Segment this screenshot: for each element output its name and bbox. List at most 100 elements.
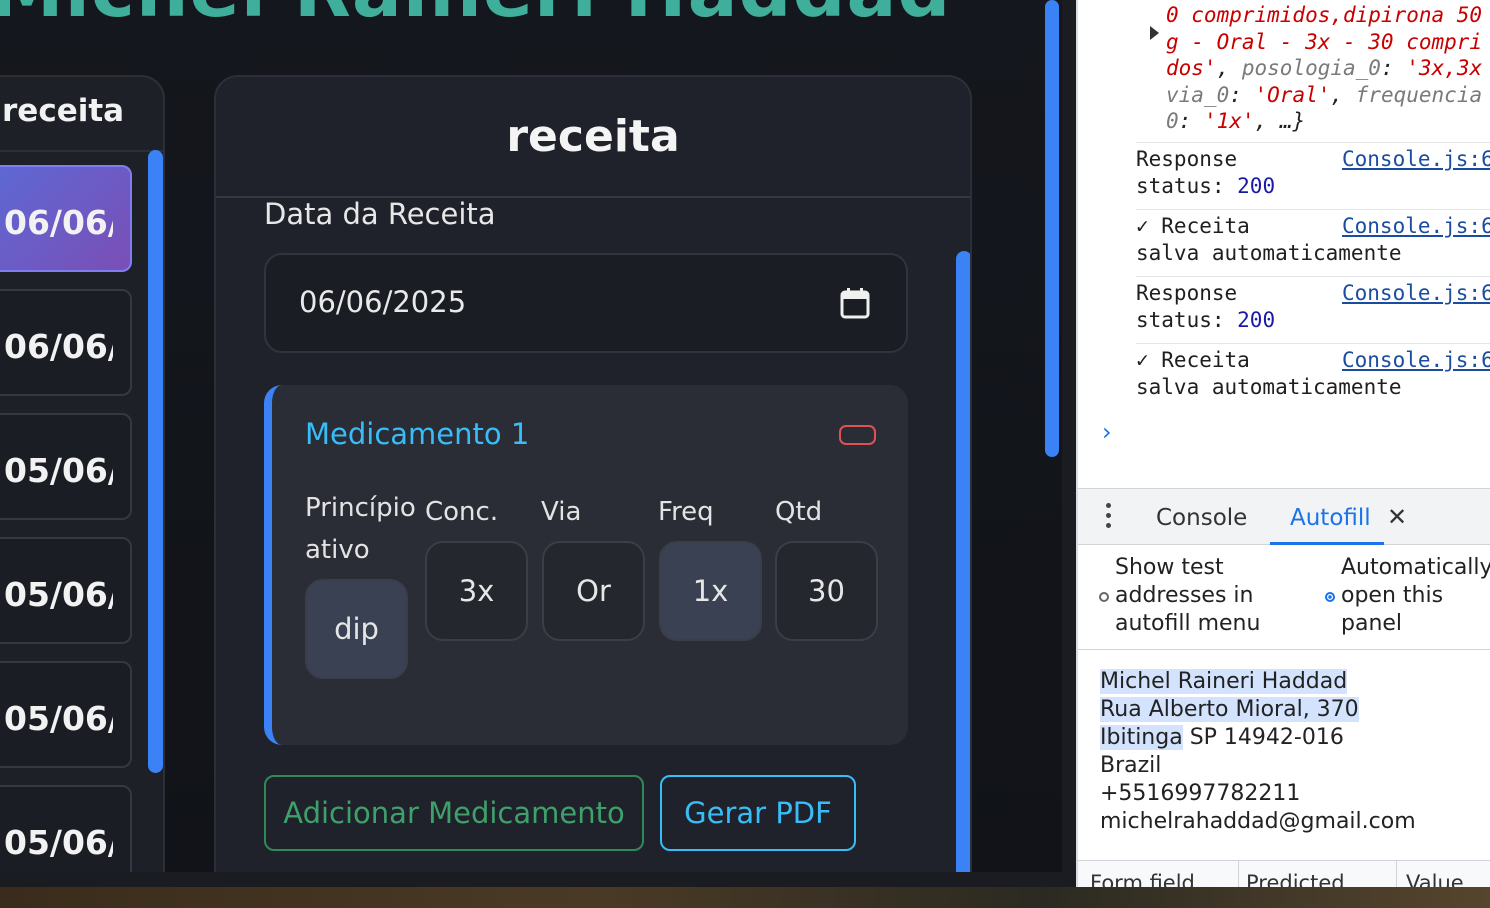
log-text: Response [1136,147,1238,171]
preview-punct: : [1380,56,1407,80]
history-item[interactable]: 06/06/2025 [0,289,132,396]
history-item-date: 06/06/2025 [4,203,113,242]
preview-key: via_0 [1166,82,1230,107]
preview-value: 'Oral' [1254,82,1331,107]
history-item-date: 05/06/2025 [4,451,113,490]
address-street: Rua Alberto Mioral, 370 [1100,697,1359,722]
desktop-wallpaper [0,887,1490,908]
concentration-input[interactable]: 3x [425,541,528,641]
column-divider [1238,861,1239,887]
route-input[interactable]: Or [542,541,645,641]
history-item-date: 05/06/2025 [4,823,113,862]
option-label: panel [1341,611,1403,636]
concentration-label: Conc. [425,497,499,527]
log-source-link[interactable]: Console.js:6 [1342,347,1490,374]
preview-line: g - Oral - 3x - 30 compri [1166,29,1483,54]
show-test-addresses-option[interactable]: Show test addresses in autofill menu [1099,554,1315,638]
devtools-panel: 0 comprimidos,dipirona 50 g - Oral - 3x … [1076,0,1490,887]
recipe-panel: receita Data da Receita 06/06/2025 Medic… [214,75,972,872]
preview-value: '3x,3x [1406,56,1483,80]
preview-key: posologia_0 [1241,56,1381,80]
preview-key: frequencia [1355,82,1483,107]
quantity-label: Qtd [775,497,823,527]
history-panel: receita 06/06/2025 06/06/2025 05/06/2025… [0,75,165,872]
recipe-title: receita [506,111,680,162]
history-item[interactable]: 05/06/2025 [0,785,132,872]
frequency-label: Freq [658,497,714,527]
console-log-row: ✓ Receita salva automaticamente Console.… [1136,209,1490,276]
object-preview[interactable]: 0 comprimidos,dipirona 50 g - Oral - 3x … [1166,2,1490,135]
close-icon[interactable]: ✕ [1387,503,1407,531]
log-source-link[interactable]: Console.js:6 [1342,213,1490,240]
auto-open-panel-option[interactable]: Automatically open this panel [1325,554,1490,638]
console-prompt-icon[interactable]: › [1102,418,1112,446]
log-text: Response [1136,281,1238,305]
autofill-options: Show test addresses in autofill menu Aut… [1078,546,1490,650]
tab-console[interactable]: Console [1156,505,1247,531]
history-item[interactable]: 06/06/2025 [0,165,132,272]
route-label: Via [541,497,582,527]
log-text: status: [1136,307,1238,332]
address-country: Brazil [1100,753,1162,778]
tab-autofill-label: Autofill [1290,505,1371,531]
option-label: Show test [1115,555,1224,580]
generate-pdf-button[interactable]: Gerar PDF [660,775,856,851]
column-divider [1396,861,1397,887]
calendar-icon[interactable] [840,287,870,319]
console-log-row: ✓ Receita salva automaticamente Console.… [1136,343,1490,410]
add-medication-button[interactable]: Adicionar Medicamento [264,775,644,851]
date-value: 06/06/2025 [299,285,467,319]
history-item-date: 06/06/2025 [4,327,113,366]
page-scrollbar[interactable] [1045,0,1059,457]
divider [0,150,163,152]
preview-punct: : [1229,82,1255,107]
history-item[interactable]: 05/06/2025 [0,413,132,520]
log-source-link[interactable]: Console.js:6 [1342,280,1490,307]
date-label: Data da Receita [264,197,496,231]
history-item[interactable]: 05/06/2025 [0,661,132,768]
table-header: Predicted [1246,871,1345,887]
address-city: Ibitinga [1100,725,1183,750]
active-ingredient-label: Princípio ativo [305,493,416,565]
history-scrollbar[interactable] [148,150,163,773]
address-name: Michel Raineri Haddad [1100,669,1348,694]
more-options-icon[interactable] [1104,503,1112,531]
date-field[interactable]: 06/06/2025 [264,253,908,353]
history-item-date: 05/06/2025 [4,699,113,738]
address-email: michelrahaddad@gmail.com [1100,809,1416,834]
preview-punct: : [1178,109,1204,133]
option-label: open this [1341,583,1444,608]
log-text: ✓ Receita [1136,348,1250,372]
patient-name-banner: Michel Raineri Haddad [0,0,951,34]
frequency-input[interactable]: 1x [659,541,762,641]
tab-autofill[interactable]: Autofill ✕ [1270,489,1407,545]
option-label: autofill menu [1115,611,1261,636]
expand-triangle-icon[interactable] [1150,26,1159,40]
log-status: 200 [1237,173,1276,198]
log-text: salva automaticamente [1136,240,1402,265]
log-source-link[interactable]: Console.js:6 [1342,146,1490,173]
preview-punct: , …} [1254,109,1306,133]
table-header: Value [1406,871,1464,887]
app-window: Michel Raineri Haddad receita 06/06/2025… [0,0,1062,872]
recipe-scrollbar[interactable] [956,251,970,872]
history-item-date: 05/06/2025 [4,575,113,614]
medication-card: Medicamento 1 Princípio ativo dip Conc. … [264,385,908,745]
radio-icon[interactable] [1099,592,1109,602]
address-phone: +5516997782211 [1100,781,1301,806]
medication-title: Medicamento 1 [305,417,530,451]
quantity-input[interactable]: 30 [775,541,878,641]
preview-line: dos' [1166,56,1217,80]
autofill-address: Michel Raineri Haddad Rua Alberto Mioral… [1100,668,1416,836]
radio-icon[interactable] [1325,592,1335,602]
history-title: receita [2,93,125,129]
log-status: 200 [1237,307,1276,332]
log-text: status: [1136,173,1238,198]
console-log-row: Response status: 200 Console.js:6 [1136,142,1490,209]
history-item[interactable]: 05/06/2025 [0,537,132,644]
active-ingredient-input[interactable]: dip [305,579,408,679]
remove-medication-button[interactable] [839,425,876,445]
autofill-field-table: Form field Predicted Value [1078,860,1490,887]
preview-key: 0 [1166,109,1179,133]
preview-punct: , [1216,56,1242,80]
